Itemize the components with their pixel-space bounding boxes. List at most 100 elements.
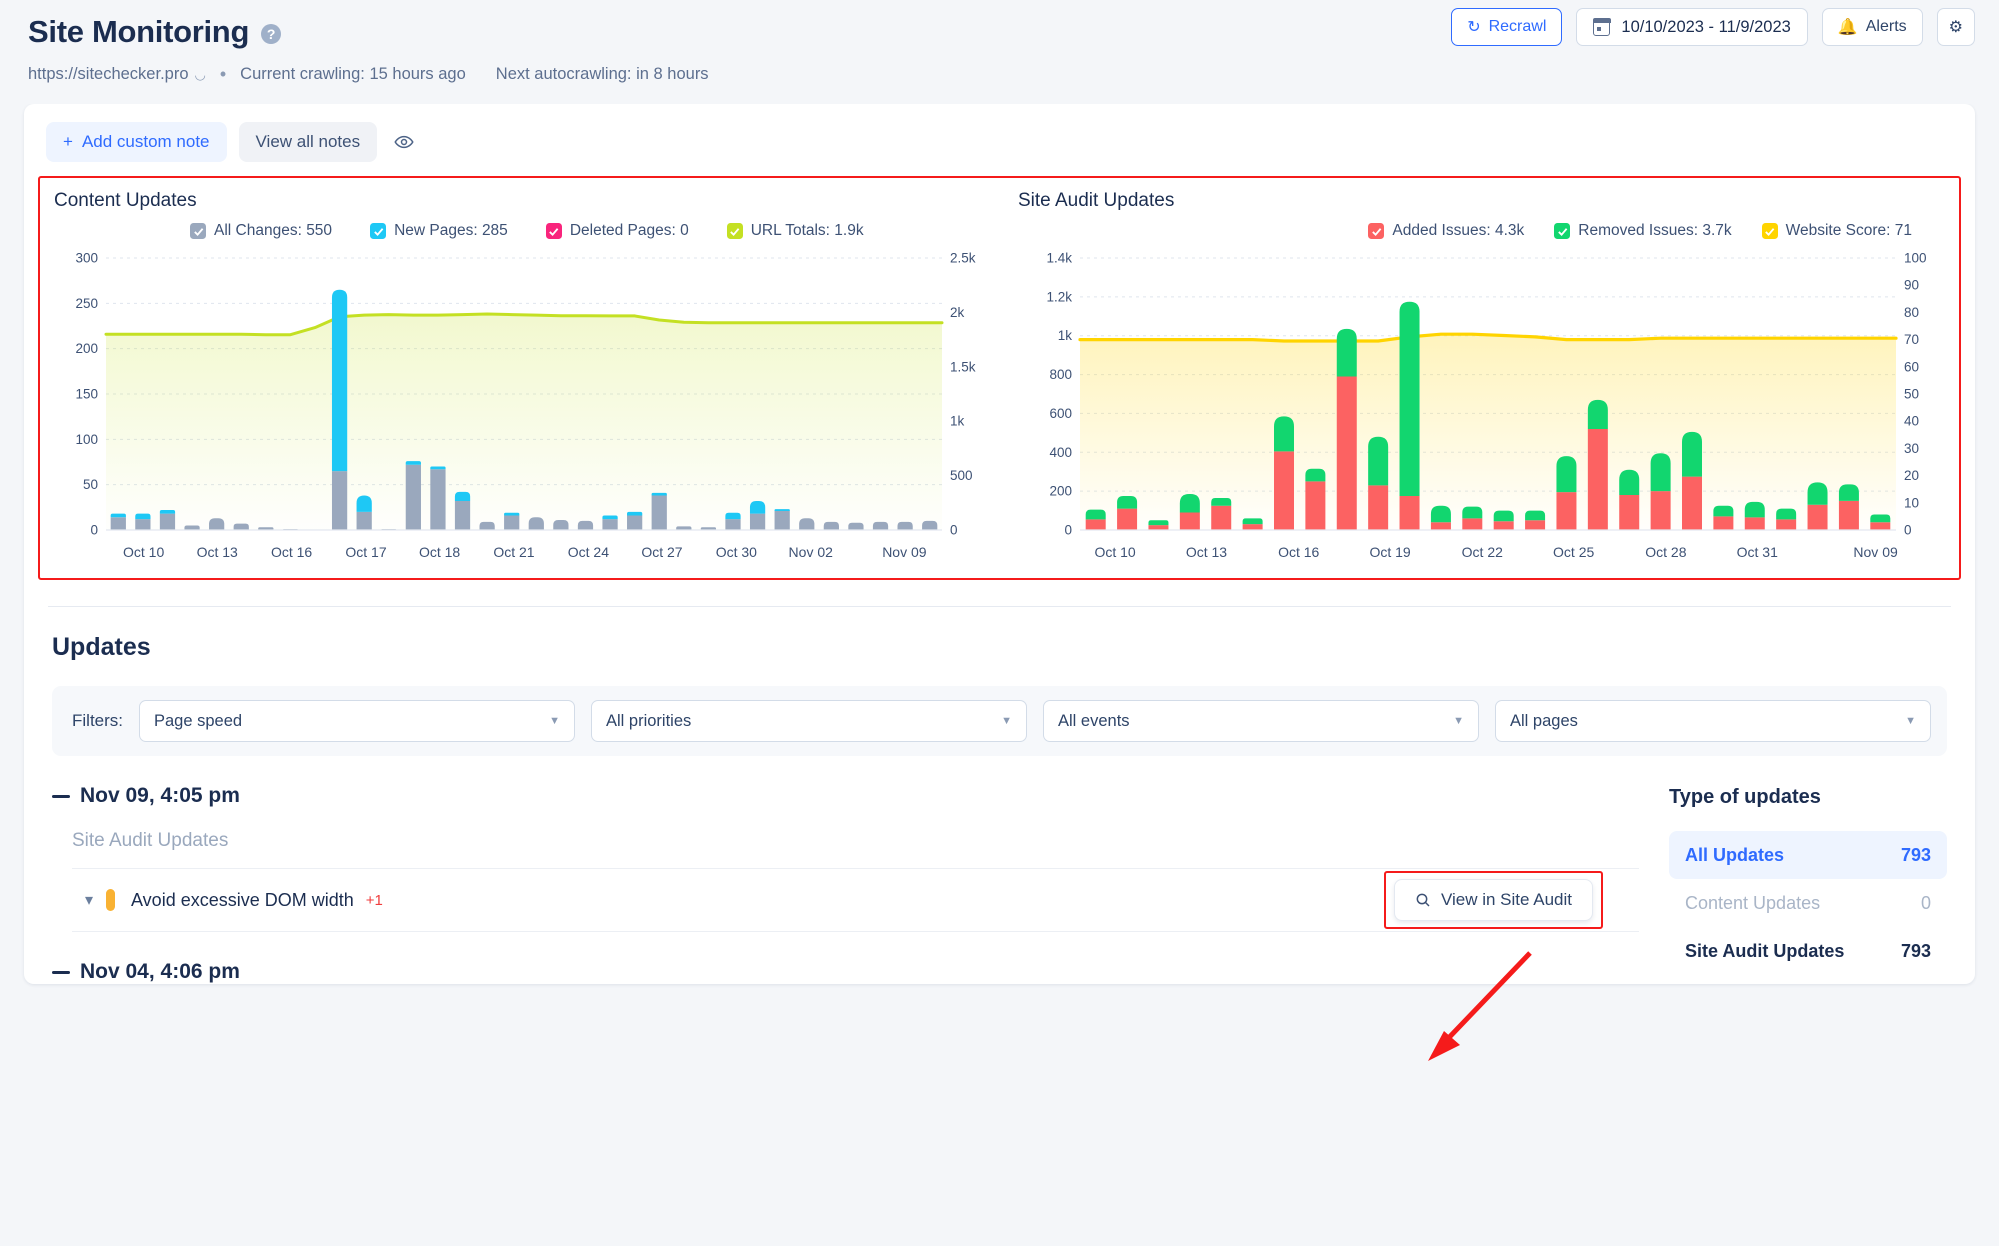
type-row-content-updates[interactable]: Content Updates 0 bbox=[1669, 879, 1947, 927]
date-range-picker[interactable]: 10/10/2023 - 11/9/2023 bbox=[1576, 8, 1808, 46]
bar-segment[interactable] bbox=[725, 512, 741, 520]
bar-segment[interactable] bbox=[1274, 416, 1294, 452]
bar-segment[interactable] bbox=[528, 517, 544, 530]
bar-segment[interactable] bbox=[110, 513, 126, 518]
bar-segment[interactable] bbox=[1117, 496, 1138, 509]
bar-segment[interactable] bbox=[1211, 497, 1232, 506]
bar-segment[interactable] bbox=[454, 491, 471, 501]
bar-segment[interactable] bbox=[1744, 501, 1765, 518]
bar-segment[interactable] bbox=[1368, 485, 1389, 530]
checkbox-icon[interactable] bbox=[190, 223, 206, 239]
bar-segment[interactable] bbox=[1399, 301, 1420, 496]
checkbox-icon[interactable] bbox=[1761, 223, 1778, 239]
bar-segment[interactable] bbox=[1838, 500, 1859, 530]
bar-segment[interactable] bbox=[1179, 494, 1200, 513]
bar-segment[interactable] bbox=[577, 520, 594, 530]
question-circle-icon[interactable]: ? bbox=[261, 24, 282, 44]
bar-segment[interactable] bbox=[1776, 519, 1797, 530]
bar-segment[interactable] bbox=[1619, 495, 1640, 530]
bar-segment[interactable] bbox=[1713, 516, 1734, 530]
bar-segment[interactable] bbox=[1650, 491, 1671, 530]
legend-item[interactable]: All Changes: 550 bbox=[190, 222, 332, 240]
bar-segment[interactable] bbox=[1430, 522, 1451, 530]
bar-segment[interactable] bbox=[331, 471, 348, 530]
legend-item[interactable]: Website Score: 71 bbox=[1761, 222, 1912, 240]
bar-segment[interactable] bbox=[872, 521, 889, 530]
checkbox-icon[interactable] bbox=[1368, 223, 1385, 239]
view-in-site-audit-button[interactable]: View in Site Audit bbox=[1393, 879, 1593, 921]
bar-segment[interactable] bbox=[1368, 436, 1389, 486]
bar-segment[interactable] bbox=[1682, 431, 1702, 477]
bar-segment[interactable] bbox=[209, 518, 225, 530]
bar-segment[interactable] bbox=[848, 522, 864, 530]
bar-segment[interactable] bbox=[1587, 399, 1608, 429]
bar-segment[interactable] bbox=[233, 523, 249, 530]
bar-segment[interactable] bbox=[1274, 451, 1294, 530]
legend-item[interactable]: Added Issues: 4.3k bbox=[1368, 222, 1524, 240]
bar-segment[interactable] bbox=[504, 515, 520, 530]
bar-segment[interactable] bbox=[135, 519, 151, 530]
bar-segment[interactable] bbox=[1242, 524, 1263, 530]
bar-segment[interactable] bbox=[1525, 510, 1546, 521]
bar-segment[interactable] bbox=[1462, 518, 1483, 530]
bar-segment[interactable] bbox=[430, 466, 446, 470]
bar-segment[interactable] bbox=[1870, 514, 1891, 523]
bar-segment[interactable] bbox=[1776, 508, 1797, 520]
bar-segment[interactable] bbox=[627, 515, 643, 530]
update-group-header-nov09[interactable]: Nov 09, 4:05 pm bbox=[52, 784, 1639, 808]
bar-segment[interactable] bbox=[184, 525, 200, 530]
bar-segment[interactable] bbox=[454, 500, 471, 530]
bar-segment[interactable] bbox=[479, 521, 495, 530]
checkbox-icon[interactable] bbox=[545, 223, 562, 239]
bar-segment[interactable] bbox=[1870, 522, 1891, 530]
legend-item[interactable]: New Pages: 285 bbox=[370, 222, 508, 240]
bar-segment[interactable] bbox=[1211, 505, 1232, 530]
bar-segment[interactable] bbox=[1619, 469, 1640, 496]
bar-segment[interactable] bbox=[1430, 505, 1451, 523]
bar-segment[interactable] bbox=[627, 511, 643, 516]
bar-segment[interactable] bbox=[1556, 492, 1577, 530]
bar-segment[interactable] bbox=[651, 492, 667, 496]
bar-segment[interactable] bbox=[430, 469, 446, 530]
bar-segment[interactable] bbox=[331, 289, 348, 472]
bar-segment[interactable] bbox=[602, 515, 618, 520]
bar-segment[interactable] bbox=[749, 500, 766, 514]
checkbox-icon[interactable] bbox=[726, 223, 743, 239]
bar-segment[interactable] bbox=[1682, 476, 1702, 530]
type-row-site-audit-updates[interactable]: Site Audit Updates 793 bbox=[1669, 927, 1947, 975]
alerts-button[interactable]: 🔔 Alerts bbox=[1821, 8, 1923, 46]
bar-segment[interactable] bbox=[135, 513, 151, 520]
bar-segment[interactable] bbox=[922, 520, 938, 530]
bar-segment[interactable] bbox=[356, 495, 372, 512]
bar-segment[interactable] bbox=[1117, 508, 1138, 530]
bar-segment[interactable] bbox=[1305, 481, 1326, 530]
bar-segment[interactable] bbox=[1148, 520, 1169, 526]
filter-all-priorities[interactable]: All priorities ▼ bbox=[591, 700, 1027, 742]
bar-segment[interactable] bbox=[602, 519, 618, 530]
bar-segment[interactable] bbox=[1838, 484, 1859, 501]
legend-item[interactable]: URL Totals: 1.9k bbox=[726, 222, 864, 240]
bar-segment[interactable] bbox=[159, 510, 176, 514]
bar-segment[interactable] bbox=[405, 461, 421, 465]
bar-segment[interactable] bbox=[356, 511, 372, 530]
chevron-down-icon[interactable]: ▾ bbox=[72, 890, 106, 910]
bar-segment[interactable] bbox=[159, 513, 176, 530]
bar-segment[interactable] bbox=[897, 521, 913, 530]
bar-segment[interactable] bbox=[1462, 506, 1483, 519]
filter-all-events[interactable]: All events ▼ bbox=[1043, 700, 1479, 742]
bar-segment[interactable] bbox=[1587, 428, 1608, 530]
bar-segment[interactable] bbox=[774, 509, 790, 511]
bar-segment[interactable] bbox=[1085, 519, 1106, 530]
bar-segment[interactable] bbox=[1650, 453, 1671, 492]
checkbox-icon[interactable] bbox=[370, 223, 387, 239]
bar-segment[interactable] bbox=[1399, 496, 1420, 530]
bar-segment[interactable] bbox=[774, 510, 790, 530]
bar-segment[interactable] bbox=[1807, 482, 1828, 505]
bar-segment[interactable] bbox=[1556, 456, 1577, 493]
bar-segment[interactable] bbox=[1493, 521, 1514, 530]
legend-item[interactable]: Deleted Pages: 0 bbox=[545, 222, 689, 240]
bar-segment[interactable] bbox=[651, 495, 667, 530]
bar-segment[interactable] bbox=[110, 517, 126, 530]
bar-segment[interactable] bbox=[1148, 525, 1169, 530]
bar-segment[interactable] bbox=[405, 464, 421, 530]
